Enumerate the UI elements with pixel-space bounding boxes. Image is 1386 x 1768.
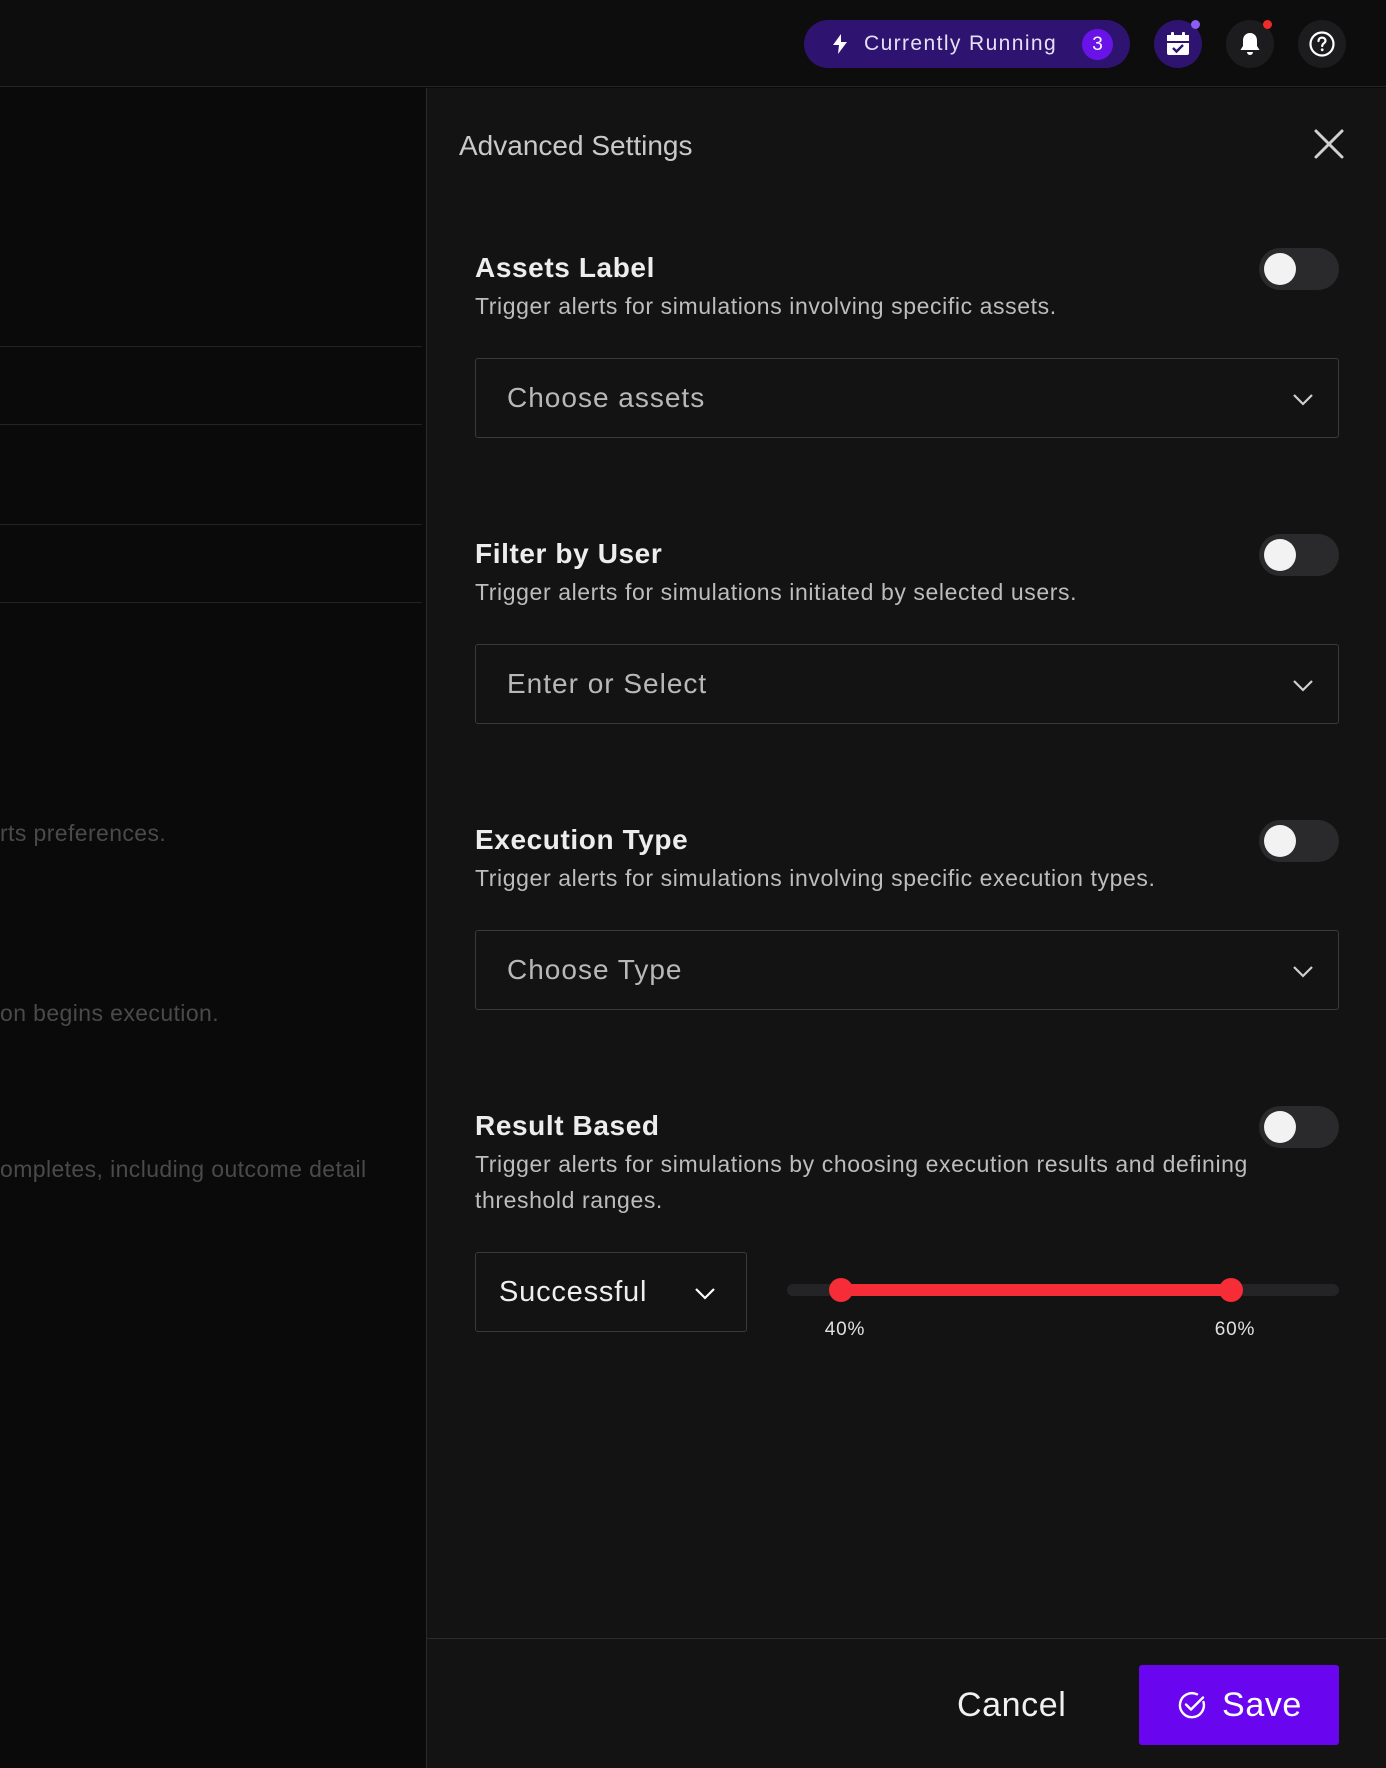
chevron-down-icon	[1293, 394, 1313, 406]
panel-footer: Cancel Save	[427, 1638, 1386, 1768]
user-select-placeholder: Enter or Select	[507, 668, 708, 699]
assets-select-placeholder: Choose assets	[507, 382, 706, 413]
save-button[interactable]: Save	[1139, 1665, 1339, 1745]
panel-title: Advanced Settings	[459, 130, 693, 161]
slider-max-label: 60%	[1214, 1319, 1256, 1340]
execution-type-placeholder: Choose Type	[507, 954, 683, 985]
advanced-settings-panel: Advanced Settings Assets Label Trigger a…	[426, 88, 1386, 1768]
threshold-range-slider[interactable]	[787, 1278, 1339, 1302]
execution-type-select[interactable]: Choose Type	[475, 930, 1339, 1010]
cancel-button[interactable]: Cancel	[957, 1665, 1066, 1745]
currently-running-label: Currently Running	[864, 32, 1058, 55]
notification-dot	[1263, 20, 1272, 29]
slider-min-handle[interactable]	[829, 1278, 853, 1302]
check-circle-icon	[1178, 1691, 1206, 1719]
slider-min-label: 40%	[824, 1319, 866, 1340]
slider-max-handle[interactable]	[1219, 1278, 1243, 1302]
result-based-description: Trigger alerts for simulations by choosi…	[475, 1151, 1248, 1213]
toggle-knob	[1264, 825, 1296, 857]
assets-label-description: Trigger alerts for simulations involving…	[475, 293, 1057, 319]
execution-type-title: Execution Type	[475, 824, 689, 855]
assets-select[interactable]: Choose assets	[475, 358, 1339, 438]
bell-icon	[1240, 33, 1260, 55]
help-button[interactable]	[1298, 20, 1346, 68]
result-select[interactable]: Successful	[475, 1252, 747, 1332]
slider-range-fill	[841, 1284, 1231, 1296]
result-select-value: Successful	[499, 1276, 648, 1308]
result-based-title: Result Based	[475, 1110, 660, 1141]
divider	[0, 524, 422, 525]
background-text: ompletes, including outcome detail	[0, 1156, 367, 1182]
result-based-toggle[interactable]	[1259, 1106, 1339, 1148]
chevron-down-icon	[1293, 680, 1313, 692]
background-text: on begins execution.	[0, 1000, 219, 1026]
save-button-label: Save	[1222, 1685, 1302, 1724]
toggle-knob	[1264, 1111, 1296, 1143]
divider	[0, 424, 422, 425]
assets-label-title: Assets Label	[475, 252, 655, 283]
chevron-down-icon	[1293, 966, 1313, 978]
background-content: rts preferences. on begins execution. om…	[0, 88, 426, 1768]
filter-by-user-title: Filter by User	[475, 538, 663, 569]
divider	[0, 602, 422, 603]
currently-running-button[interactable]: Currently Running 3	[804, 20, 1130, 68]
close-icon[interactable]	[1311, 126, 1347, 162]
filter-by-user-toggle[interactable]	[1259, 534, 1339, 576]
user-select[interactable]: Enter or Select	[475, 644, 1339, 724]
lightning-icon	[833, 34, 847, 54]
divider	[0, 346, 422, 347]
top-bar: Currently Running 3	[0, 0, 1386, 87]
background-text: rts preferences.	[0, 820, 167, 846]
chevron-down-icon	[695, 1288, 715, 1300]
help-icon	[1309, 31, 1335, 57]
notifications-button[interactable]	[1226, 20, 1274, 68]
assets-label-toggle[interactable]	[1259, 248, 1339, 290]
filter-by-user-description: Trigger alerts for simulations initiated…	[475, 579, 1078, 605]
calendar-check-icon	[1167, 32, 1189, 55]
toggle-knob	[1264, 539, 1296, 571]
toggle-knob	[1264, 253, 1296, 285]
execution-type-toggle[interactable]	[1259, 820, 1339, 862]
calendar-notification-dot	[1191, 20, 1200, 29]
running-count-badge: 3	[1082, 29, 1113, 60]
execution-type-description: Trigger alerts for simulations involving…	[475, 865, 1156, 891]
calendar-button[interactable]	[1154, 20, 1202, 68]
